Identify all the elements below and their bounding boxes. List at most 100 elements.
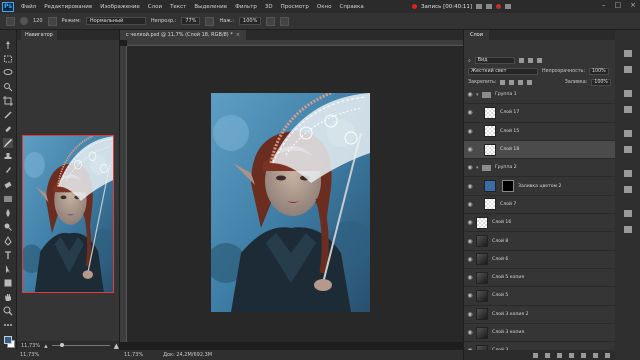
marquee-tool-icon[interactable] — [3, 54, 13, 64]
visibility-eye-icon[interactable]: ◉ — [464, 274, 476, 281]
menu-item[interactable]: Файл — [17, 4, 40, 10]
zoom-in-icon[interactable]: ▲ — [114, 342, 119, 350]
visibility-eye-icon[interactable]: ◉ — [464, 201, 476, 208]
new-layer-icon[interactable] — [593, 352, 598, 358]
visibility-eye-icon[interactable]: ◉ — [464, 329, 476, 336]
layer-row[interactable]: ◉ Слой 16 — [464, 214, 616, 233]
pressure-input[interactable]: 100% — [239, 17, 262, 25]
zoom-tool-icon[interactable] — [3, 306, 13, 316]
visibility-eye-icon[interactable]: ◉ — [464, 292, 476, 299]
crop-tool-icon[interactable] — [3, 96, 13, 106]
close-tab-icon[interactable]: × — [236, 32, 240, 38]
layer-row[interactable]: ◉ Слой 15 — [464, 123, 616, 141]
layer-row[interactable]: ◉ Слой 3 копия — [464, 324, 616, 343]
path-select-tool-icon[interactable] — [3, 264, 13, 274]
layer-opacity-input[interactable]: 100% — [589, 68, 609, 75]
visibility-eye-icon[interactable]: ◉ — [464, 183, 476, 190]
lock-position-icon[interactable] — [518, 80, 524, 85]
menu-item[interactable]: Справка — [335, 4, 367, 10]
pen-icon[interactable] — [505, 4, 512, 9]
brush-preset-icon[interactable] — [20, 17, 28, 25]
layer-row[interactable]: ◉ Слой 17 — [464, 104, 616, 123]
adjustments-panel-icon[interactable] — [624, 146, 632, 153]
visibility-eye-icon[interactable]: ◉ — [464, 109, 476, 116]
brush-tool-icon[interactable] — [3, 138, 13, 148]
blend-mode-select[interactable]: Жесткий свет — [468, 68, 538, 75]
zoom-slider[interactable] — [51, 343, 110, 347]
navigator-tab[interactable]: Навигатор — [21, 30, 57, 40]
lock-all-icon[interactable] — [527, 80, 533, 85]
brush-panel-icon[interactable] — [624, 170, 632, 177]
blur-tool-icon[interactable] — [3, 208, 13, 218]
character-panel-icon[interactable] — [624, 226, 632, 233]
adjustment-layer-icon[interactable] — [569, 352, 574, 358]
lock-transparent-icon[interactable] — [500, 80, 506, 85]
hand-tool-icon[interactable] — [3, 292, 13, 302]
color-panel-icon[interactable] — [624, 90, 632, 97]
eraser-tool-icon[interactable] — [3, 180, 13, 190]
layer-row[interactable]: ◉ Слой 3 копия 2 — [464, 306, 616, 324]
menu-item[interactable]: Слои — [144, 4, 166, 10]
brush-panel-icon[interactable] — [47, 16, 57, 26]
mode-select[interactable]: Нормальный — [85, 17, 146, 25]
foreground-color-swatch[interactable] — [4, 336, 12, 344]
history-panel-icon[interactable] — [624, 50, 632, 57]
layer-kind-select[interactable]: Вид — [474, 57, 515, 64]
move-tool-icon[interactable] — [3, 40, 13, 50]
lock-pixels-icon[interactable] — [509, 80, 515, 85]
eyedropper-tool-icon[interactable] — [3, 110, 13, 120]
menu-item[interactable]: Редактирование — [40, 4, 96, 10]
pause-icon[interactable] — [476, 4, 483, 9]
pressure-opacity-icon[interactable] — [205, 16, 215, 26]
navigator-zoom-value[interactable]: 11,73% — [21, 343, 40, 349]
visibility-eye-icon[interactable]: ◉ — [464, 91, 476, 98]
menu-item[interactable]: Текст — [166, 4, 190, 10]
artwork-image[interactable] — [211, 93, 370, 312]
menu-item[interactable]: Просмотр — [277, 4, 313, 10]
layer-group-row[interactable]: ◉ ▾ Группа 1 — [464, 86, 616, 105]
fill-input[interactable]: 100% — [591, 79, 611, 86]
filter-adjust-icon[interactable] — [527, 58, 533, 63]
zoom-out-icon[interactable]: ▴ — [44, 342, 48, 350]
more-tools-icon[interactable] — [3, 320, 13, 330]
camera-icon[interactable] — [486, 4, 493, 9]
layer-mask-thumbnail[interactable] — [502, 180, 514, 193]
pressure-size-icon[interactable] — [280, 16, 290, 26]
filter-text-icon[interactable] — [536, 58, 542, 63]
layer-group-row[interactable]: ◉ ▾ Группа 2 — [464, 159, 616, 178]
visibility-eye-icon[interactable]: ◉ — [464, 219, 476, 226]
pen-tool-icon[interactable] — [3, 236, 13, 246]
healing-tool-icon[interactable] — [3, 124, 13, 134]
layer-row[interactable]: ◉ Слой 18 — [464, 140, 616, 160]
properties-panel-icon[interactable] — [624, 130, 632, 137]
delete-layer-icon[interactable] — [605, 352, 610, 358]
menu-item[interactable]: 3D — [261, 4, 277, 10]
visibility-eye-icon[interactable]: ◉ — [464, 164, 476, 171]
layer-row[interactable]: ◉ Слой 6 — [464, 251, 616, 269]
document-tab[interactable]: с челкой.psd @ 11,7% (Слой 18, RGB/8) * … — [120, 30, 247, 40]
text-tool-icon[interactable] — [3, 250, 13, 260]
clone-stamp-tool-icon[interactable] — [3, 152, 13, 162]
quick-select-tool-icon[interactable] — [3, 82, 13, 92]
menu-item[interactable]: Фильтр — [231, 4, 261, 10]
shape-tool-icon[interactable] — [3, 278, 13, 288]
navigator-preview[interactable] — [22, 135, 114, 293]
paragraph-panel-icon[interactable] — [624, 210, 632, 217]
visibility-eye-icon[interactable]: ◉ — [464, 238, 476, 245]
opacity-input[interactable]: 77% — [181, 17, 201, 25]
vertical-ruler[interactable] — [120, 46, 127, 342]
gradient-tool-icon[interactable] — [3, 194, 13, 204]
layer-style-icon[interactable] — [545, 352, 550, 358]
close-icon[interactable]: × — [630, 1, 636, 9]
layer-row[interactable]: ◉ Слой 5 — [464, 287, 616, 306]
minimize-icon[interactable]: – — [602, 1, 606, 9]
visibility-eye-icon[interactable]: ◉ — [464, 311, 476, 318]
visibility-eye-icon[interactable]: ◉ — [464, 256, 476, 263]
brush-tool-icon[interactable] — [6, 16, 15, 26]
stop-icon[interactable] — [496, 4, 502, 9]
layer-row[interactable]: ◉ Слой 7 — [464, 196, 616, 215]
menu-item[interactable]: Выделение — [190, 4, 231, 10]
actions-panel-icon[interactable] — [624, 66, 632, 73]
lasso-tool-icon[interactable] — [3, 68, 13, 78]
menu-item[interactable]: Окно — [313, 4, 336, 10]
